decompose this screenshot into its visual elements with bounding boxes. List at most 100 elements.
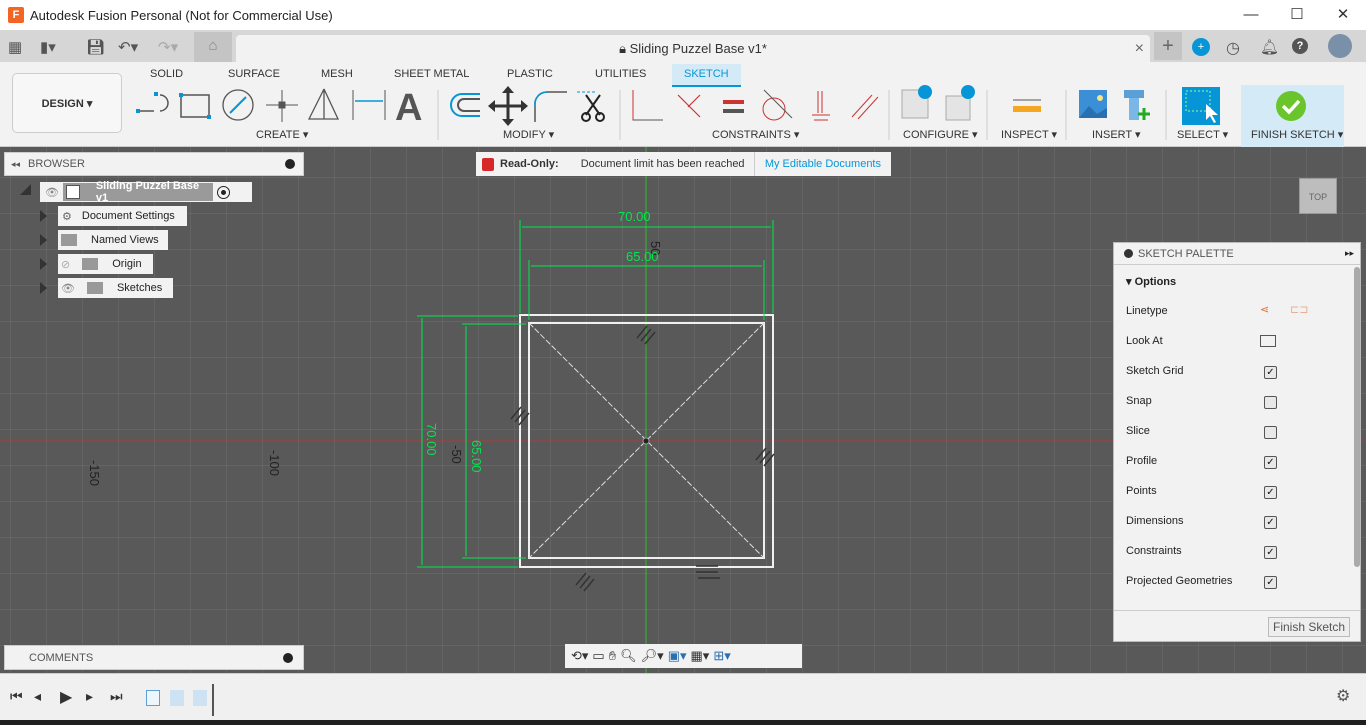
center-point[interactable] xyxy=(642,437,650,445)
viewports-icon[interactable]: ⊞▾ xyxy=(713,648,730,664)
parameters-icon[interactable] xyxy=(901,85,932,119)
tangent-constraint-icon[interactable] xyxy=(762,89,793,121)
fix-constraint-icon[interactable] xyxy=(812,91,830,121)
new-tab-button[interactable]: + xyxy=(1154,32,1182,60)
finish-sketch-group-menu[interactable]: FINISH SKETCH ▾ xyxy=(1251,128,1343,141)
palette-option-checkbox[interactable]: ✓ xyxy=(1264,456,1277,469)
undo-icon[interactable]: ↶▾ xyxy=(118,38,138,56)
dimension-tool-icon[interactable] xyxy=(352,90,386,120)
palette-option-checkbox[interactable]: ✓ xyxy=(1264,366,1277,379)
text-tool-icon[interactable]: A xyxy=(395,87,422,129)
apps-grid-icon[interactable]: ▦ xyxy=(8,38,22,56)
help-icon[interactable]: ? xyxy=(1292,38,1308,54)
look-at-icon[interactable]: ▭ xyxy=(592,648,604,664)
browser-item-document-settings[interactable]: ⚙ Document Settings xyxy=(58,206,187,226)
construction-linetype-icon[interactable]: ⋖ xyxy=(1260,303,1269,316)
job-status-icon[interactable]: ◷ xyxy=(1226,38,1240,58)
my-editable-documents-link[interactable]: My Editable Documents xyxy=(753,152,891,176)
browser-item-named-views[interactable]: Named Views xyxy=(58,230,168,250)
palette-scrollbar[interactable] xyxy=(1354,267,1360,567)
browser-item-origin[interactable]: ⊘ Origin xyxy=(58,254,153,274)
timeline-body-feature-icon[interactable] xyxy=(193,690,207,706)
expand-root-icon[interactable] xyxy=(20,184,31,195)
notifications-icon[interactable]: 🔔︎ xyxy=(1260,38,1279,56)
timeline-first-icon[interactable]: ⏮︎ xyxy=(10,688,23,705)
visibility-eye-icon[interactable]: 👁︎ xyxy=(61,282,75,295)
browser-minimize-icon[interactable] xyxy=(285,159,295,169)
select-icon[interactable] xyxy=(1182,87,1220,125)
minimize-button[interactable]: — xyxy=(1228,0,1274,30)
look-at-icon[interactable] xyxy=(1260,335,1276,347)
redo-icon[interactable]: ↷▾ xyxy=(158,38,178,56)
insert-bolt-icon[interactable] xyxy=(1124,90,1150,120)
avatar[interactable] xyxy=(1328,34,1352,58)
select-group-menu[interactable]: SELECT ▾ xyxy=(1177,128,1228,141)
coincident-constraint-icon[interactable] xyxy=(632,90,663,121)
home-icon[interactable]: ⌂ xyxy=(194,32,232,62)
browser-item-sketches[interactable]: 👁︎ Sketches xyxy=(58,278,173,298)
circle-tool-icon[interactable] xyxy=(222,89,254,121)
expand-arrow-icon[interactable] xyxy=(40,210,47,222)
palette-minimize-icon[interactable] xyxy=(1124,249,1133,258)
dimension-inner-height[interactable]: 65.00 xyxy=(469,440,484,473)
collapse-browser-icon[interactable]: ◂◂ xyxy=(11,159,20,170)
create-group-menu[interactable]: CREATE ▾ xyxy=(256,128,308,141)
save-icon[interactable]: 💾︎ xyxy=(86,38,105,56)
timeline-play-icon[interactable]: ▶ xyxy=(60,687,72,707)
expand-arrow-icon[interactable] xyxy=(40,258,47,270)
grid-settings-icon[interactable]: ▦▾ xyxy=(691,648,710,664)
move-tool-icon[interactable] xyxy=(488,86,528,126)
parallel-constraint-icon[interactable] xyxy=(851,94,879,120)
configure-group-menu[interactable]: CONFIGURE ▾ xyxy=(903,128,978,141)
timeline-previous-icon[interactable]: ◂ xyxy=(34,688,41,705)
display-settings-icon[interactable]: ▣▾ xyxy=(668,648,687,664)
inspect-group-menu[interactable]: INSPECT ▾ xyxy=(1001,128,1057,141)
timeline-settings-gear-icon[interactable]: ⚙ xyxy=(1336,686,1350,706)
browser-panel-header[interactable]: ◂◂ BROWSER xyxy=(4,152,304,176)
extensions-icon[interactable]: + xyxy=(1192,38,1210,56)
palette-expand-icon[interactable]: ▸▸ xyxy=(1345,248,1354,259)
expand-arrow-icon[interactable] xyxy=(40,282,47,294)
maximize-button[interactable]: ☐ xyxy=(1274,0,1320,30)
document-tab[interactable]: 🔒︎ Sliding Puzzel Base v1* × xyxy=(236,35,1150,62)
point-tool-icon[interactable] xyxy=(266,90,298,122)
palette-option-checkbox[interactable]: ✓ xyxy=(1264,486,1277,499)
dimension-outer-width[interactable]: 70.00 xyxy=(618,209,651,224)
activate-radio-icon[interactable] xyxy=(216,185,230,199)
dimension-outer-height[interactable]: 70.00 xyxy=(424,423,439,456)
options-section-toggle[interactable]: ▾ Options xyxy=(1126,275,1176,288)
measure-icon[interactable] xyxy=(1013,99,1041,112)
equal-constraint-icon[interactable] xyxy=(723,100,744,113)
modify-group-menu[interactable]: MODIFY ▾ xyxy=(503,128,554,141)
close-button[interactable]: ✕ xyxy=(1320,0,1366,30)
expand-arrow-icon[interactable] xyxy=(40,234,47,246)
line-tool-icon[interactable] xyxy=(136,92,169,113)
finish-sketch-button[interactable]: Finish Sketch xyxy=(1268,617,1350,637)
visibility-eye-icon[interactable]: 👁︎ xyxy=(45,186,59,199)
finish-sketch-check-icon[interactable] xyxy=(1276,91,1306,121)
close-tab-icon[interactable]: × xyxy=(1135,35,1144,62)
perpendicular-constraint-icon[interactable] xyxy=(677,94,701,118)
timeline-next-icon[interactable]: ▸ xyxy=(86,688,93,705)
palette-option-checkbox[interactable]: ✓ xyxy=(1264,516,1277,529)
centerline-linetype-icon[interactable]: ⊏⊐ xyxy=(1290,303,1308,316)
orbit-icon[interactable]: ⟲▾ xyxy=(571,648,588,664)
constraints-group-menu[interactable]: CONSTRAINTS ▾ xyxy=(712,128,799,141)
trim-tool-icon[interactable] xyxy=(577,91,605,122)
timeline-marker[interactable] xyxy=(212,684,214,716)
hidden-eye-icon[interactable]: ⊘ xyxy=(61,258,70,271)
browser-root-item[interactable]: 👁︎ Sliding Puzzel Base v1 xyxy=(40,180,252,204)
palette-option-checkbox[interactable]: ✓ xyxy=(1264,546,1277,559)
fit-icon[interactable]: 🔎︎▾ xyxy=(641,648,664,664)
insert-group-menu[interactable]: INSERT ▾ xyxy=(1092,128,1141,141)
add-comment-icon[interactable] xyxy=(283,652,293,663)
configure-icon[interactable] xyxy=(945,85,975,121)
timeline-body-feature-icon[interactable] xyxy=(170,690,184,706)
triangle-tool-icon[interactable] xyxy=(307,88,340,120)
fillet-tool-icon[interactable] xyxy=(534,91,567,122)
file-menu-icon[interactable]: ▮▾ xyxy=(40,38,56,56)
viewcube[interactable]: TOP xyxy=(1299,178,1337,214)
zoom-icon[interactable]: 🔍︎ xyxy=(620,648,637,664)
palette-option-checkbox[interactable] xyxy=(1264,396,1277,409)
palette-option-checkbox[interactable]: ✓ xyxy=(1264,576,1277,589)
